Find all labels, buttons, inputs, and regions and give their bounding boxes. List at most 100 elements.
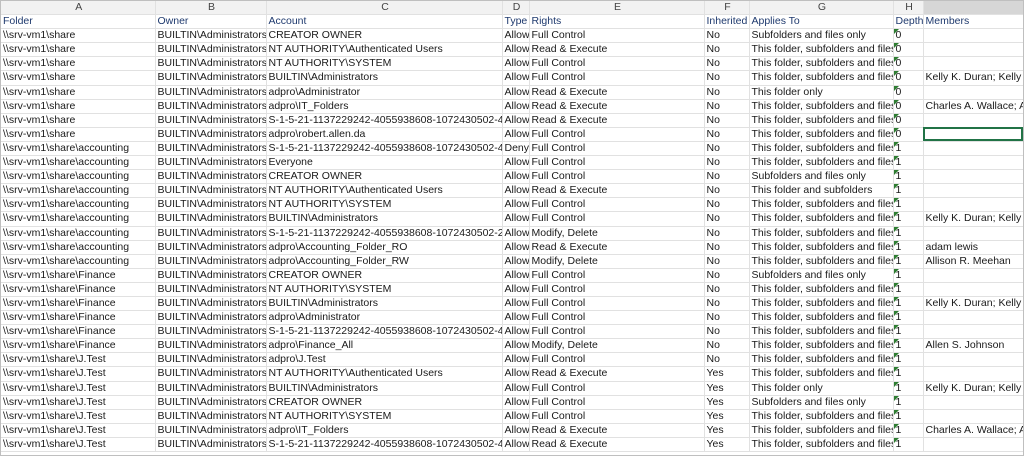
cell-owner[interactable]: BUILTIN\Administrators [155,141,267,157]
cell-folder[interactable]: \\srv-vm1\share\accounting [1,240,156,255]
cell-owner[interactable]: BUILTIN\Administrators [155,338,267,354]
cell-type[interactable]: Allow [502,155,530,171]
cell-account[interactable]: BUILTIN\Administrators [266,296,503,312]
header-cell-inherited[interactable]: Inherited [704,14,750,30]
column-letter-applies-to[interactable]: G [749,1,894,16]
cell-depth[interactable]: 1 [893,282,924,297]
cell-account[interactable]: Everyone [266,155,503,171]
cell-inherited[interactable]: No [704,226,750,241]
cell-account[interactable]: BUILTIN\Administrators [266,70,503,86]
cell-owner[interactable]: BUILTIN\Administrators [155,352,267,368]
cell-type[interactable]: Allow [502,423,530,438]
cell-members[interactable] [923,352,1023,368]
column-letter-members[interactable] [923,1,1023,16]
cell-folder[interactable]: \\srv-vm1\share [1,70,156,86]
cell-applies-to[interactable]: This folder only [749,381,894,396]
cell-folder[interactable]: \\srv-vm1\share\accounting [1,141,156,157]
cell-owner[interactable]: BUILTIN\Administrators [155,127,267,142]
cell-applies-to[interactable]: This folder and subfolders [749,183,894,199]
header-cell-depth[interactable]: Depth [893,14,924,30]
cell-depth[interactable]: 1 [893,381,924,396]
cell-folder[interactable]: \\srv-vm1\share\J.Test [1,366,156,382]
cell-account[interactable]: BUILTIN\Administrators [266,211,503,227]
cell-folder[interactable]: \\srv-vm1\share\accounting [1,197,156,213]
cell-depth[interactable]: 1 [893,423,924,438]
cell-applies-to[interactable]: Subfolders and files only [749,268,894,283]
cell-folder[interactable]: \\srv-vm1\share\accounting [1,183,156,199]
header-cell-members[interactable]: Members [923,14,1023,30]
cell-folder[interactable]: \\srv-vm1\share\accounting [1,211,156,227]
cell-type[interactable]: Allow [502,42,530,58]
cell-rights[interactable]: Read & Execute [529,113,705,128]
cell-account[interactable]: NT AUTHORITY\SYSTEM [266,282,503,297]
cell-depth[interactable]: 1 [893,352,924,368]
cell-rights[interactable]: Full Control [529,296,705,312]
cell-applies-to[interactable]: This folder, subfolders and files [749,240,894,255]
cell-members[interactable] [923,395,1023,410]
cell-applies-to[interactable]: This folder, subfolders and files [749,423,894,438]
cell-folder[interactable]: \\srv-vm1\share\J.Test [1,381,156,396]
cell-rights[interactable]: Full Control [529,169,705,185]
cell-rights[interactable]: Modify, Delete [529,338,705,354]
cell-rights[interactable]: Read & Execute [529,85,705,100]
cell-depth[interactable]: 1 [893,240,924,255]
cell-members[interactable] [923,282,1023,297]
cell-depth[interactable]: 0 [893,56,924,72]
cell-owner[interactable]: BUILTIN\Administrators [155,155,267,171]
cell-members[interactable] [923,409,1023,424]
column-letter-type[interactable]: D [502,1,530,16]
cell-rights[interactable]: Full Control [529,352,705,368]
cell-applies-to[interactable]: This folder, subfolders and files [749,56,894,72]
cell-account[interactable]: NT AUTHORITY\Authenticated Users [266,42,503,58]
cell-depth[interactable]: 0 [893,127,924,142]
cell-applies-to[interactable]: This folder, subfolders and files [749,211,894,227]
cell-owner[interactable]: BUILTIN\Administrators [155,423,267,438]
cell-rights[interactable]: Full Control [529,395,705,410]
cell-depth[interactable]: 0 [893,28,924,44]
cell-account[interactable]: adpro\Administrator [266,310,503,326]
cell-depth[interactable]: 1 [893,254,924,269]
cell-owner[interactable]: BUILTIN\Administrators [155,113,267,128]
cell-account[interactable]: S-1-5-21-1137229242-4055938608-107243050… [266,226,503,241]
cell-depth[interactable]: 1 [893,324,924,340]
cell-applies-to[interactable]: This folder, subfolders and files [749,324,894,340]
cell-rights[interactable]: Full Control [529,324,705,340]
cell-type[interactable]: Allow [502,28,530,44]
column-letter-inherited[interactable]: F [704,1,750,16]
cell-depth[interactable]: 1 [893,183,924,199]
cell-inherited[interactable]: No [704,211,750,227]
cell-owner[interactable]: BUILTIN\Administrators [155,381,267,396]
cell-inherited[interactable]: No [704,197,750,213]
cell-account[interactable]: adpro\Administrator [266,85,503,100]
cell-inherited[interactable]: Yes [704,381,750,396]
cell-rights[interactable]: Read & Execute [529,99,705,114]
cell-applies-to[interactable]: This folder only [749,85,894,100]
cell-rights[interactable]: Read & Execute [529,42,705,58]
cell-inherited[interactable]: No [704,56,750,72]
cell-depth[interactable]: 1 [893,169,924,185]
cell-depth[interactable]: 0 [893,85,924,100]
cell-depth[interactable]: 1 [893,141,924,157]
cell-type[interactable]: Allow [502,169,530,185]
cell-owner[interactable]: BUILTIN\Administrators [155,99,267,114]
header-cell-account[interactable]: Account [266,14,503,30]
cell-inherited[interactable]: No [704,310,750,326]
cell-rights[interactable]: Full Control [529,70,705,86]
cell-account[interactable]: NT AUTHORITY\Authenticated Users [266,183,503,199]
cell-owner[interactable]: BUILTIN\Administrators [155,366,267,382]
cell-type[interactable]: Allow [502,324,530,340]
cell-applies-to[interactable]: This folder, subfolders and files [749,282,894,297]
cell-inherited[interactable]: Yes [704,366,750,382]
cell-type[interactable]: Allow [502,183,530,199]
cell-members[interactable] [923,366,1023,382]
cell-type[interactable]: Allow [502,56,530,72]
cell-type[interactable]: Allow [502,296,530,312]
cell-type[interactable]: Allow [502,282,530,297]
cell-folder[interactable]: \\srv-vm1\share [1,42,156,58]
cell-type[interactable]: Allow [502,240,530,255]
cell-rights[interactable]: Full Control [529,282,705,297]
cell-inherited[interactable]: No [704,352,750,368]
cell-inherited[interactable]: Yes [704,395,750,410]
cell-owner[interactable]: BUILTIN\Administrators [155,282,267,297]
cell-type[interactable]: Allow [502,211,530,227]
